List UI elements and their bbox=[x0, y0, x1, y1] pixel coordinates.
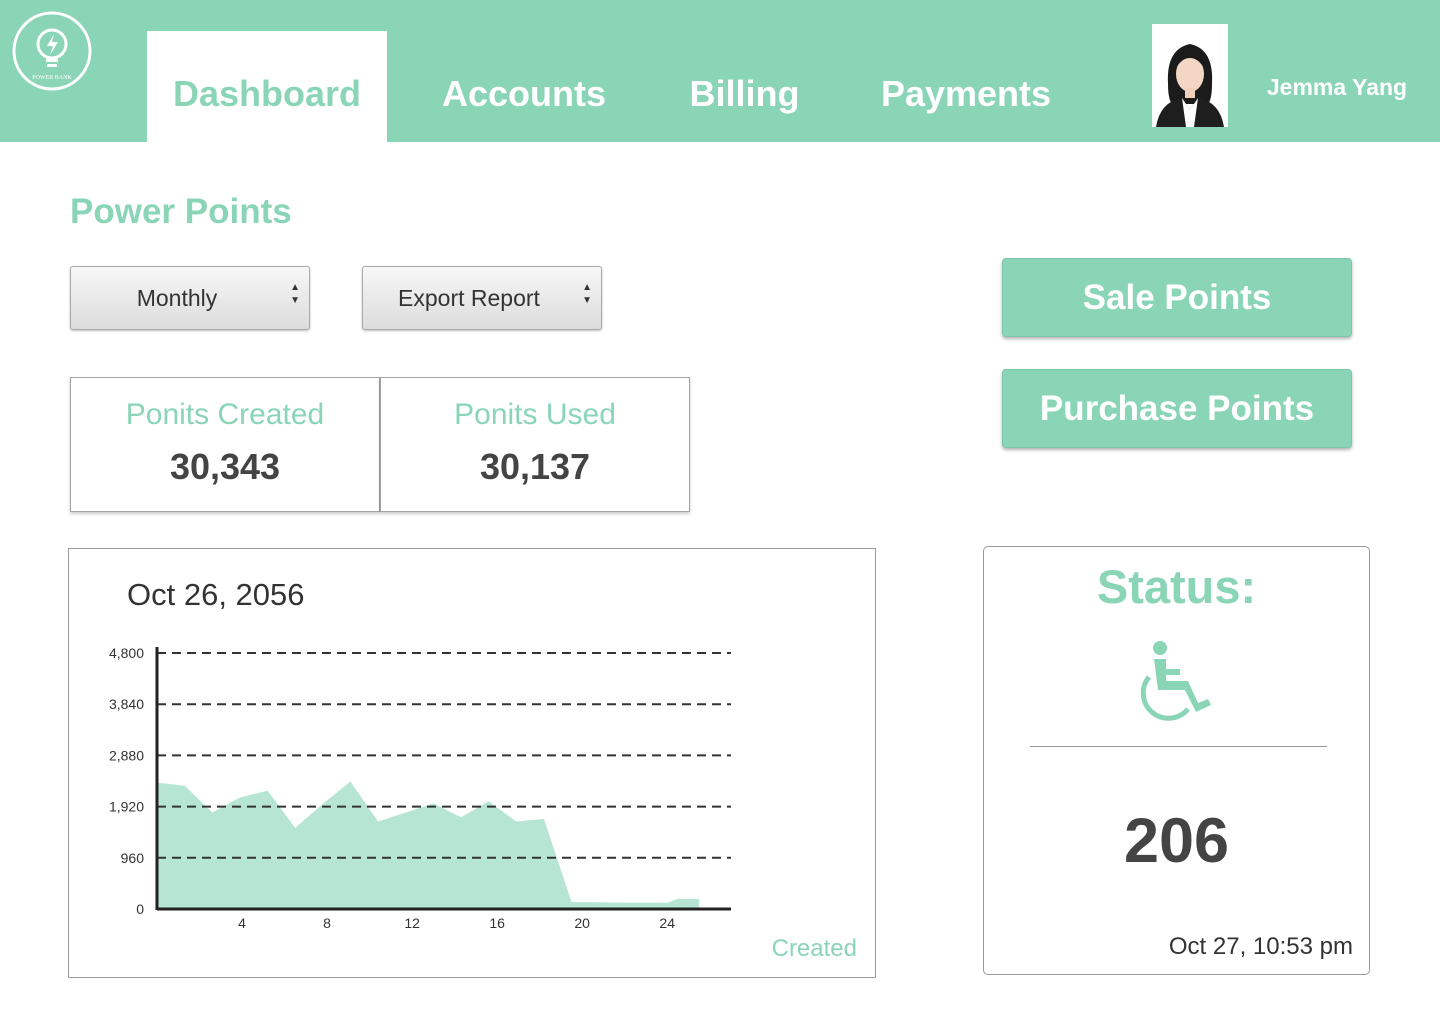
export-report-select[interactable]: Export Report ▲ ▼ bbox=[362, 266, 602, 330]
y-tick-label: 4,800 bbox=[109, 645, 144, 661]
points-used-value: 30,137 bbox=[479, 446, 591, 487]
select-arrows-icon: ▲ ▼ bbox=[290, 282, 300, 306]
logo-text: POWER BANK bbox=[32, 75, 72, 81]
wheelchair-icon bbox=[1140, 641, 1211, 721]
points-chart-panel: Oct 26, 2056 0 960 1,920 2,880 3,840 4,800 4 8 1… bbox=[68, 548, 876, 978]
points-created-value: 30,343 bbox=[169, 446, 281, 487]
x-tick-label: 20 bbox=[574, 915, 590, 931]
top-navigation-bar: POWER BANK Dashboard Accounts Billing Pa… bbox=[0, 0, 1440, 142]
purchase-points-button[interactable]: Purchase Points bbox=[1002, 369, 1352, 448]
points-created-card: Ponits Created 30,343 bbox=[70, 377, 380, 512]
user-name[interactable]: Jemma Yang bbox=[1244, 74, 1430, 101]
points-area-chart: 0 960 1,920 2,880 3,840 4,800 4 8 12 16 20 24 bbox=[109, 645, 731, 931]
avatar[interactable] bbox=[1152, 24, 1228, 127]
x-tick-label: 8 bbox=[323, 915, 331, 931]
sale-points-button[interactable]: Sale Points bbox=[1002, 258, 1352, 337]
points-created-label: Ponits Created bbox=[125, 398, 325, 431]
y-tick-label: 1,920 bbox=[109, 799, 144, 815]
export-select-value: Export Report bbox=[398, 284, 540, 311]
tab-payments[interactable]: Payments bbox=[866, 31, 1066, 142]
y-tick-label: 0 bbox=[136, 901, 144, 917]
period-select[interactable]: Monthly ▲ ▼ bbox=[70, 266, 310, 330]
period-select-value: Monthly bbox=[136, 284, 218, 311]
x-tick-label: 16 bbox=[489, 915, 505, 931]
tab-billing[interactable]: Billing bbox=[672, 31, 817, 142]
points-used-label: Ponits Used bbox=[454, 398, 616, 431]
tab-dashboard[interactable]: Dashboard bbox=[147, 31, 387, 142]
points-used-card: Ponits Used 30,137 bbox=[380, 377, 690, 512]
y-tick-label: 3,840 bbox=[109, 696, 144, 712]
legend-entry-created: Created bbox=[771, 935, 857, 962]
x-tick-label: 24 bbox=[659, 915, 675, 931]
tab-accounts[interactable]: Accounts bbox=[424, 31, 624, 142]
series-area-created bbox=[157, 781, 700, 909]
status-value: 206 bbox=[1123, 806, 1230, 876]
select-arrows-icon: ▲ ▼ bbox=[582, 282, 592, 306]
y-tick-label: 960 bbox=[121, 850, 145, 866]
power-bank-logo-icon[interactable]: POWER BANK bbox=[10, 11, 94, 91]
status-divider bbox=[1030, 746, 1327, 747]
page-title: Power Points bbox=[70, 192, 292, 231]
x-tick-label: 12 bbox=[404, 915, 420, 931]
status-timestamp: Oct 27, 10:53 pm bbox=[1168, 933, 1353, 960]
y-tick-label: 2,880 bbox=[109, 747, 144, 763]
status-panel: Status: 206 Oct 27, 10:53 pm bbox=[983, 546, 1370, 975]
status-title: Status: bbox=[1096, 560, 1257, 613]
x-tick-label: 4 bbox=[238, 915, 246, 931]
